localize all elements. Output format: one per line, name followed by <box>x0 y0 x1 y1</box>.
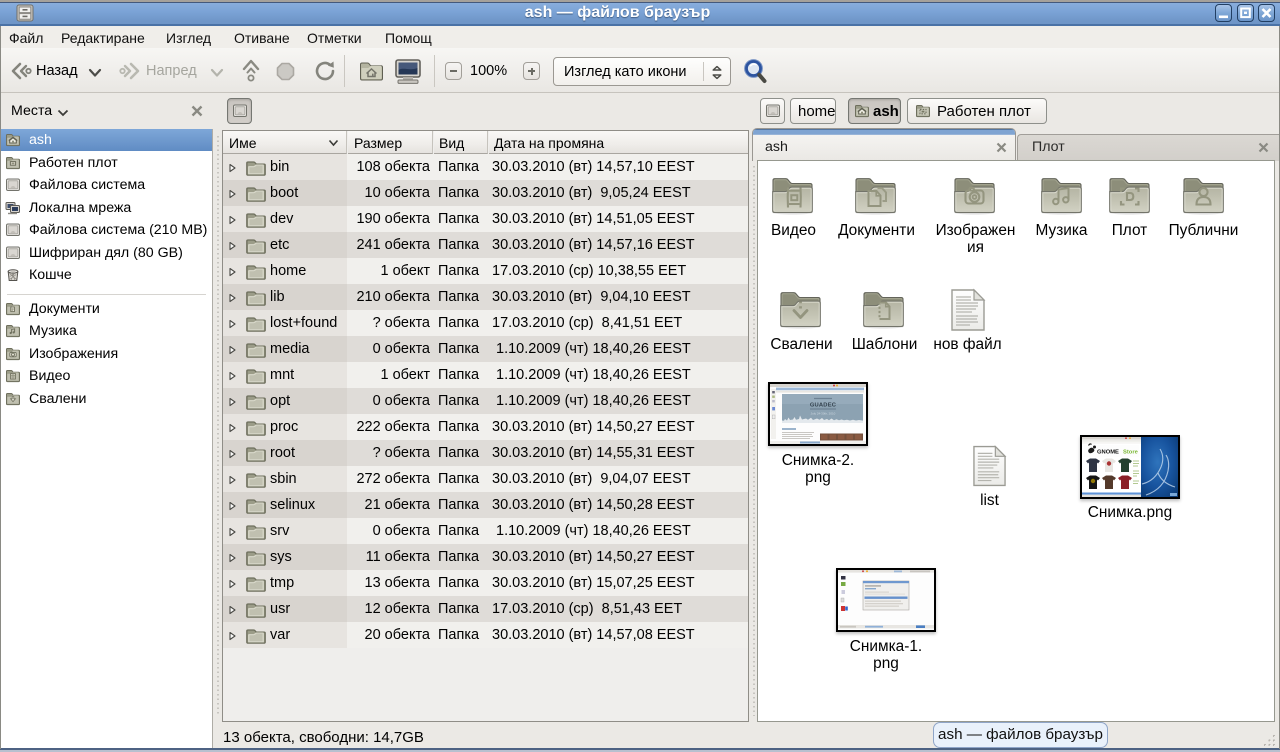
svg-text:July 24-30th, 2010: July 24-30th, 2010 <box>811 412 836 416</box>
svg-text:Store: Store <box>1123 450 1139 456</box>
svg-text:GUADEC: GUADEC <box>810 403 837 409</box>
svg-text:GNOME: GNOME <box>1097 450 1119 456</box>
